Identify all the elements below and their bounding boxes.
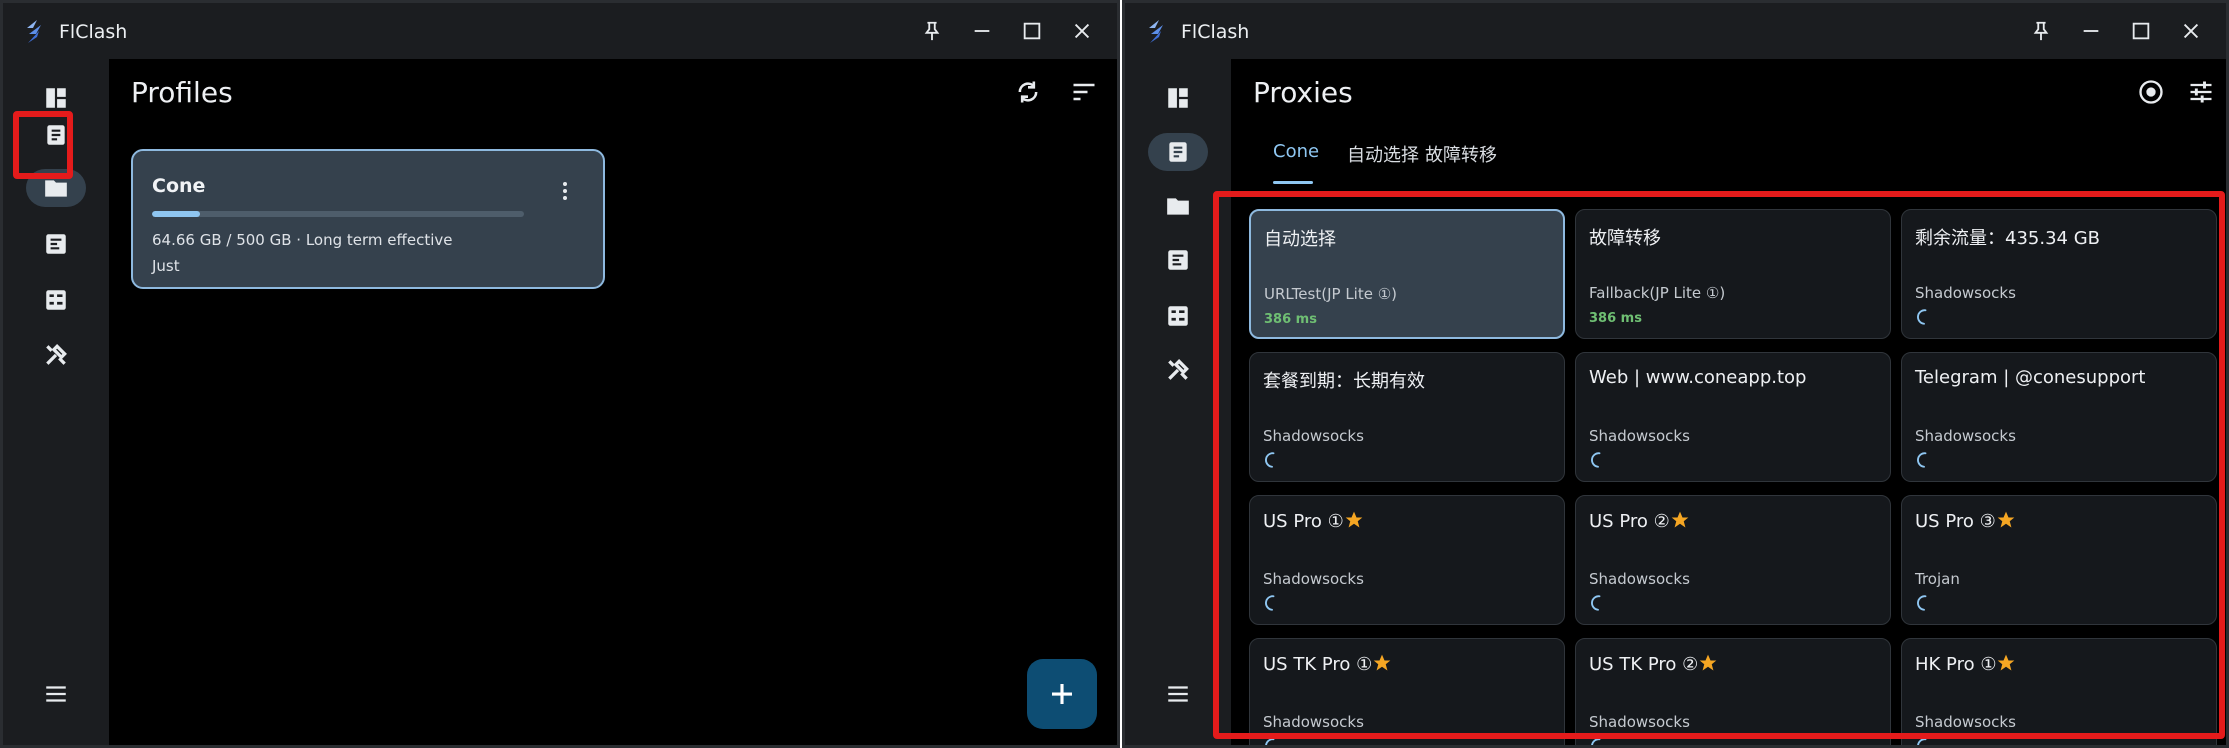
usage-progress-bar bbox=[152, 211, 524, 217]
connections-icon bbox=[46, 290, 66, 310]
locate-icon bbox=[2139, 80, 2163, 104]
requests-icon bbox=[1168, 250, 1188, 270]
profile-updated-text: Just bbox=[152, 257, 180, 275]
tune-icon bbox=[2190, 81, 2212, 103]
tab-auto-select[interactable]: 自动选择 bbox=[1347, 141, 1419, 167]
tab-fallback[interactable]: 故障转移 bbox=[1425, 141, 1497, 167]
pin-button[interactable] bbox=[2016, 13, 2066, 49]
maximize-button[interactable] bbox=[2116, 13, 2166, 49]
close-button[interactable] bbox=[1057, 13, 1107, 49]
rail-item-requests[interactable] bbox=[26, 225, 86, 263]
flclash-logo-icon bbox=[1149, 20, 1163, 43]
rail-item-proxies[interactable] bbox=[1148, 133, 1208, 171]
locate-button[interactable] bbox=[2134, 75, 2168, 109]
sort-icon bbox=[1073, 83, 1095, 101]
profile-card[interactable]: Cone 64.66 GB / 500 GB · Long term effec… bbox=[131, 149, 605, 289]
pin-icon bbox=[924, 21, 940, 41]
connections-icon bbox=[1168, 306, 1188, 326]
highlight-box-proxy-grid bbox=[1213, 191, 2225, 739]
folder-icon bbox=[1167, 198, 1189, 215]
close-icon bbox=[2183, 23, 2199, 39]
close-button[interactable] bbox=[2166, 13, 2216, 49]
rail-item-tools[interactable] bbox=[1148, 351, 1208, 389]
rail-item-connections[interactable] bbox=[1148, 297, 1208, 335]
tools-icon bbox=[1168, 359, 1189, 380]
add-icon bbox=[1052, 684, 1072, 704]
app-title: FlClash bbox=[59, 21, 128, 43]
rail-item-connections[interactable] bbox=[26, 281, 86, 319]
app-title: FlClash bbox=[1181, 21, 1250, 43]
pin-icon bbox=[2033, 21, 2049, 41]
rail-item-menu[interactable] bbox=[26, 675, 86, 713]
profiles-page: Profiles Cone 64.66 GB / 500 GB · Long t… bbox=[109, 59, 1117, 745]
rail-item-requests[interactable] bbox=[1148, 241, 1208, 279]
usage-progress-fill bbox=[152, 211, 200, 217]
dashboard-icon bbox=[1168, 88, 1188, 108]
title-bar[interactable]: FlClash bbox=[3, 3, 1117, 59]
sort-button[interactable] bbox=[1067, 75, 1101, 109]
maximize-icon bbox=[1023, 22, 1041, 40]
rail-item-dashboard[interactable] bbox=[1148, 79, 1208, 117]
profile-name: Cone bbox=[152, 175, 206, 197]
more-vert-icon[interactable] bbox=[553, 179, 577, 203]
add-profile-button[interactable] bbox=[1027, 659, 1097, 729]
profile-usage-text: 64.66 GB / 500 GB · Long term effective bbox=[152, 231, 453, 249]
pin-button[interactable] bbox=[907, 13, 957, 49]
menu-icon bbox=[1168, 686, 1188, 702]
rail-item-profiles[interactable] bbox=[1148, 187, 1208, 225]
title-bar[interactable]: FlClash bbox=[1125, 3, 2226, 59]
maximize-button[interactable] bbox=[1007, 13, 1057, 49]
minimize-icon bbox=[974, 30, 990, 32]
page-title: Proxies bbox=[1253, 76, 1353, 109]
maximize-icon bbox=[2132, 22, 2150, 40]
page-title: Profiles bbox=[131, 76, 233, 109]
rail-item-menu[interactable] bbox=[1148, 675, 1208, 713]
minimize-button[interactable] bbox=[2066, 13, 2116, 49]
close-icon bbox=[1074, 23, 1090, 39]
active-tab-indicator bbox=[1273, 181, 1313, 184]
minimize-button[interactable] bbox=[957, 13, 1007, 49]
tools-icon bbox=[46, 344, 67, 365]
menu-icon bbox=[46, 686, 66, 702]
requests-icon bbox=[46, 234, 66, 254]
tune-button[interactable] bbox=[2184, 75, 2218, 109]
flclash-window-profiles: FlClash Profiles Cone 64.66 GB / 500 GB … bbox=[0, 0, 1120, 748]
proxies-icon bbox=[1169, 142, 1187, 162]
tab-cone[interactable]: Cone bbox=[1273, 141, 1319, 162]
sync-button[interactable] bbox=[1011, 75, 1045, 109]
rail-item-tools[interactable] bbox=[26, 336, 86, 374]
flclash-logo-icon bbox=[27, 20, 41, 43]
highlight-box-rail-item bbox=[13, 111, 73, 179]
dashboard-icon bbox=[46, 88, 66, 108]
minimize-icon bbox=[2083, 30, 2099, 32]
sync-icon bbox=[1018, 81, 1038, 103]
